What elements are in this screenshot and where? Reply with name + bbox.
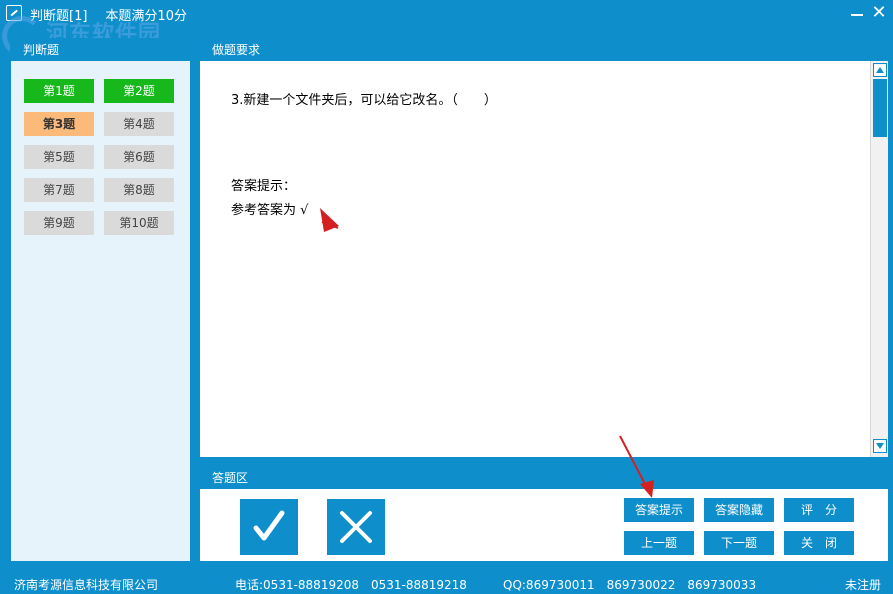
- app-icon: [6, 5, 22, 21]
- hide-hint-button[interactable]: 答案隐藏: [704, 498, 774, 522]
- cross-icon: [340, 511, 372, 543]
- question-button-6[interactable]: 第6题: [104, 145, 174, 169]
- scroll-down-button[interactable]: [873, 439, 887, 453]
- content-header: 做题要求: [200, 39, 888, 61]
- window-title-text: 判断题[1]: [30, 9, 88, 24]
- next-question-button[interactable]: 下一题: [704, 531, 774, 555]
- minimize-icon: [851, 14, 863, 16]
- question-button-1[interactable]: 第1题: [24, 79, 94, 103]
- true-answer-button[interactable]: [240, 499, 298, 555]
- question-button-2[interactable]: 第2题: [104, 79, 174, 103]
- registration-status: 未注册: [845, 578, 882, 592]
- question-button-4[interactable]: 第4题: [104, 112, 174, 136]
- score-button[interactable]: 评 分: [784, 498, 854, 522]
- close-button[interactable]: 关 闭: [784, 531, 854, 555]
- close-icon: ✕: [871, 2, 887, 23]
- question-list-panel: 判断题 第1题 第2题 第3题 第4题 第5题 第6题 第7题 第8题 第9题 …: [10, 38, 191, 562]
- scroll-thumb[interactable]: [873, 79, 887, 137]
- minimize-button[interactable]: [846, 2, 868, 24]
- answer-panel: 答题区 答案提示 答案隐藏 评 分 上一题 下一题 关 闭: [199, 466, 889, 562]
- check-icon: [253, 510, 285, 541]
- answer-header: 答题区: [200, 467, 888, 489]
- title-bar: 判断题[1] 本题满分10分 ✕: [0, 0, 893, 28]
- hint-label: 答案提示：: [231, 179, 297, 194]
- question-content-panel: 做题要求 3.新建一个文件夹后，可以给它改名。（ ） 答案提示： 参考答案为 √: [199, 38, 889, 458]
- phone-info: 电话:0531-88819208 0531-88819218: [235, 578, 467, 592]
- question-text: 3.新建一个文件夹后，可以给它改名。（ ）: [231, 93, 497, 108]
- question-button-5[interactable]: 第5题: [24, 145, 94, 169]
- false-answer-button[interactable]: [327, 499, 385, 555]
- question-button-3[interactable]: 第3题: [24, 112, 94, 136]
- company-name: 济南考源信息科技有限公司: [14, 578, 159, 592]
- question-button-7[interactable]: 第7题: [24, 178, 94, 202]
- question-button-8[interactable]: 第8题: [104, 178, 174, 202]
- prev-question-button[interactable]: 上一题: [624, 531, 694, 555]
- show-hint-button[interactable]: 答案提示: [624, 498, 694, 522]
- question-button-10[interactable]: 第10题: [104, 211, 174, 235]
- scroll-up-button[interactable]: [873, 63, 887, 77]
- window-title: 判断题[1] 本题满分10分: [30, 5, 187, 24]
- content-scrollbar[interactable]: [870, 61, 888, 457]
- close-window-button[interactable]: ✕: [868, 2, 890, 24]
- hint-answer: 参考答案为 √: [231, 203, 309, 218]
- question-button-9[interactable]: 第9题: [24, 211, 94, 235]
- qq-info: QQ:869730011 869730022 869730033: [503, 578, 757, 592]
- score-info: 本题满分10分: [105, 9, 187, 24]
- status-bar: 济南考源信息科技有限公司 电话:0531-88819208 0531-88819…: [0, 572, 893, 594]
- question-text-area[interactable]: 3.新建一个文件夹后，可以给它改名。（ ） 答案提示： 参考答案为 √: [200, 61, 870, 457]
- question-list-header: 判断题: [11, 39, 190, 61]
